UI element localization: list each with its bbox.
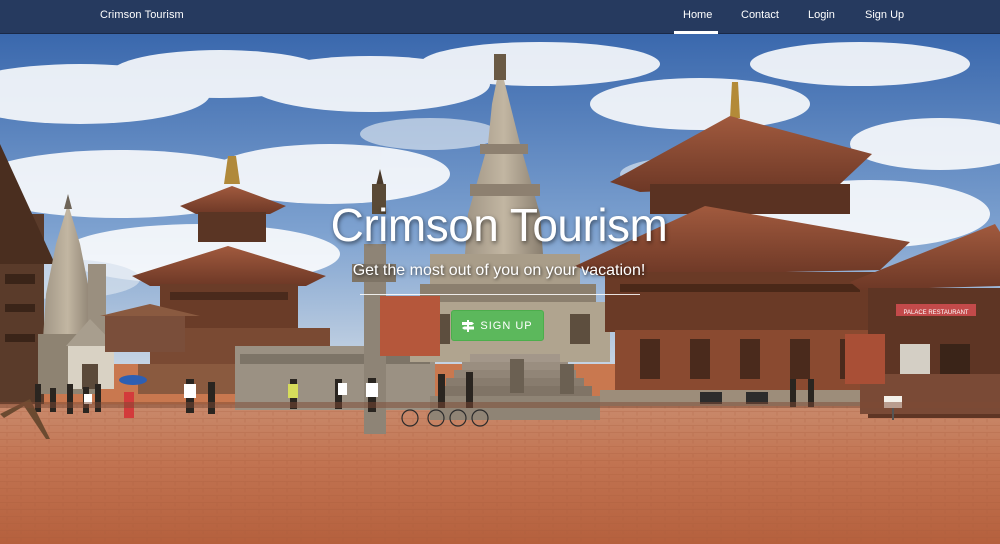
hero-signup-button[interactable]: SIGN UP (451, 310, 544, 341)
signpost-icon (462, 319, 475, 332)
nav-item-contact[interactable]: Contact (741, 9, 779, 21)
nav-item-signup[interactable]: Sign Up (865, 9, 904, 21)
hero-section: PALACE RESTAURANT Crimson Tourism Get th… (0, 34, 1000, 544)
active-nav-indicator (674, 31, 718, 34)
nav-item-login[interactable]: Login (808, 9, 835, 21)
signup-button-label: SIGN UP (480, 319, 533, 332)
hero-divider (360, 294, 640, 295)
nav-menu: Home Contact Login Sign Up (0, 0, 1000, 34)
hero-subtitle: Get the most out of you on your vacation… (352, 262, 646, 279)
hero-background-photo: PALACE RESTAURANT (0, 34, 1000, 544)
palace-restaurant-sign: PALACE RESTAURANT (903, 310, 968, 316)
top-navbar: Crimson Tourism Home Contact Login Sign … (0, 0, 1000, 34)
hero-title: Crimson Tourism (330, 199, 668, 251)
nav-item-home[interactable]: Home (683, 9, 712, 21)
